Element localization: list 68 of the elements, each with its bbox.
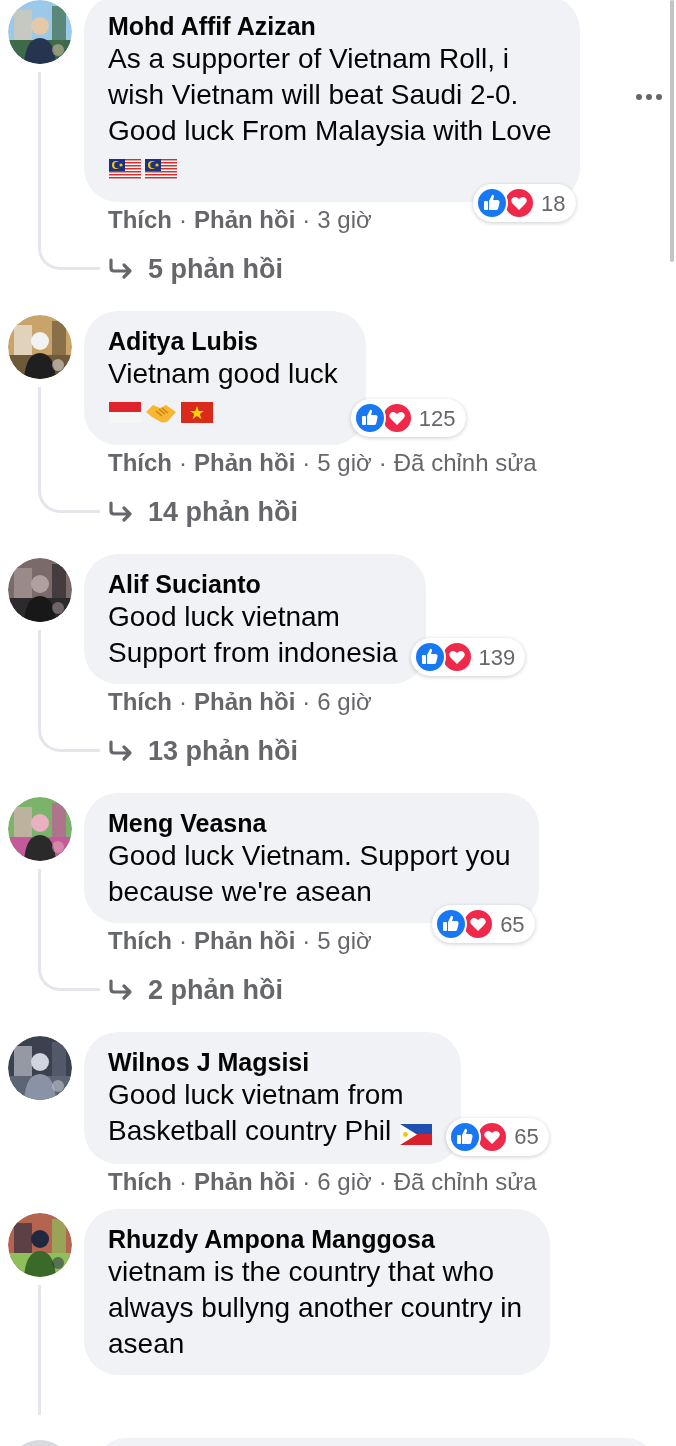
- reaction-count: 139: [478, 643, 516, 672]
- timestamp: 3 giờ: [317, 205, 372, 235]
- view-replies-link[interactable]: 2 phản hồi: [148, 969, 283, 1011]
- view-replies-link[interactable]: 14 phản hồi: [148, 491, 299, 533]
- separator-dot: ·: [302, 687, 311, 717]
- author-name[interactable]: Rhuzdy Ampona Manggosa: [108, 1223, 522, 1254]
- author-name[interactable]: Mohd Affif Azizan: [108, 11, 552, 41]
- like-icon: [353, 402, 386, 434]
- like-icon: [435, 908, 468, 940]
- reaction-count: 65: [500, 910, 525, 939]
- reaction-summary[interactable]: 65: [432, 905, 535, 943]
- reply-arrow-icon: [108, 501, 134, 523]
- comment-text: Good luck vietnam Support from indonesia: [108, 600, 398, 670]
- author-name[interactable]: Alif Sucianto: [108, 569, 398, 599]
- separator-dot: ·: [302, 448, 311, 478]
- separator-dot: ·: [179, 1166, 187, 1197]
- love-icon: [503, 187, 536, 219]
- like-link[interactable]: Thích: [108, 445, 172, 481]
- like-link[interactable]: Thích: [108, 684, 172, 720]
- comment-text: vietnam is the country that who always bullyng another country in asean: [108, 1254, 522, 1361]
- timestamp: 6 giờ: [317, 687, 372, 717]
- more-options-icon[interactable]: [634, 92, 664, 102]
- like-link[interactable]: Thích: [108, 923, 172, 959]
- edited-label: Đã chỉnh sửa: [393, 1166, 537, 1197]
- scrollbar[interactable]: [670, 0, 674, 262]
- edited-label: Đã chỉnh sửa: [393, 448, 537, 478]
- separator-dot: ·: [179, 687, 187, 717]
- separator-dot: ·: [302, 926, 311, 956]
- comment-text: Vietnam good luck: [108, 357, 338, 391]
- like-link[interactable]: Thích: [108, 1163, 172, 1200]
- reply-link[interactable]: Phản hồi: [194, 923, 296, 959]
- like-link[interactable]: Thích: [108, 202, 172, 238]
- author-name[interactable]: Meng Veasna: [108, 808, 511, 838]
- reply-arrow-icon: [108, 740, 134, 762]
- separator-dot: ·: [179, 926, 187, 956]
- reaction-summary[interactable]: 139: [410, 638, 526, 676]
- reaction-count: 18: [541, 189, 566, 218]
- view-replies-link[interactable]: 5 phản hồi: [148, 248, 283, 290]
- reaction-summary[interactable]: 18: [473, 184, 576, 222]
- separator-dot: ·: [302, 1166, 311, 1197]
- like-icon: [476, 187, 509, 219]
- like-icon: [449, 1120, 482, 1153]
- like-icon: [413, 641, 446, 673]
- love-icon: [462, 908, 495, 940]
- reply-link[interactable]: Phản hồi: [194, 202, 296, 238]
- separator-dot: ·: [378, 448, 387, 478]
- timestamp: 5 giờ: [317, 926, 372, 956]
- reply-link[interactable]: Phản hồi: [194, 1163, 296, 1200]
- reaction-count: 125: [418, 404, 456, 433]
- reply-link[interactable]: Phản hồi: [194, 445, 296, 481]
- reply-link[interactable]: Phản hồi: [194, 684, 296, 720]
- separator-dot: ·: [378, 1166, 387, 1197]
- author-name[interactable]: Wilnos J Magsisi: [108, 1047, 434, 1077]
- love-icon: [476, 1120, 509, 1153]
- separator-dot: ·: [179, 448, 187, 478]
- comment-text: Good luck vietnam from Basketball country Phil: [108, 1077, 434, 1151]
- reaction-count: 65: [514, 1123, 539, 1152]
- timestamp: 6 giờ: [317, 1166, 372, 1197]
- reply-arrow-icon: [108, 258, 134, 280]
- reaction-summary[interactable]: 125: [350, 399, 466, 437]
- reaction-summary[interactable]: 65: [446, 1117, 549, 1156]
- view-replies-link[interactable]: 13 phản hồi: [148, 730, 299, 772]
- separator-dot: ·: [302, 205, 311, 235]
- timestamp: 5 giờ: [317, 448, 372, 478]
- author-name[interactable]: Aditya Lubis: [108, 326, 338, 356]
- separator-dot: ·: [179, 205, 187, 235]
- reply-arrow-icon: [108, 979, 134, 1001]
- comment-text: As a supporter of Vietnam Roll, i wish Vietnam will beat Saudi 2-0. Good luck From Malaysia with Love: [108, 42, 552, 148]
